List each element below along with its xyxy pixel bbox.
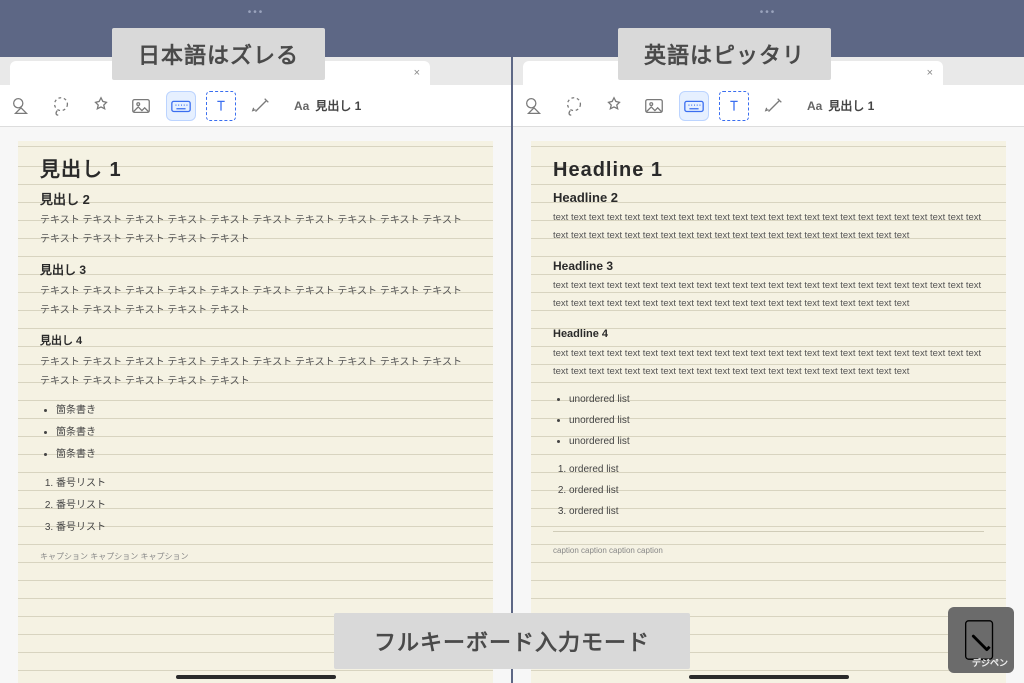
sticker-icon[interactable] [599,91,629,121]
list-item: unordered list [569,433,984,451]
keyboard-icon[interactable] [679,91,709,121]
heading-3: 見出し 3 [40,261,471,280]
list-item: 箇条書き [56,445,471,464]
caption-text: caption caption caption caption [553,542,984,560]
list-item: 箇条書き [56,401,471,420]
body-text: テキスト テキスト テキスト テキスト テキスト テキスト テキスト テキスト … [40,353,471,391]
shapes-icon[interactable] [6,91,36,121]
list-item: 箇条書き [56,423,471,442]
left-pane: × Aa 見出し 1 見出し 1 見出し 2 テキスト テキスト テキスト テキ… [0,57,511,683]
watermark-text: デジペン [972,656,1008,669]
home-indicator[interactable] [176,675,336,679]
annotation-label-right: 英語はピッタリ [618,28,831,80]
sticker-icon[interactable] [86,91,116,121]
body-text: テキスト テキスト テキスト テキスト テキスト テキスト テキスト テキスト … [40,282,471,320]
caption-text: キャプション キャプション キャプション [40,547,471,566]
image-icon[interactable] [639,91,669,121]
close-icon[interactable]: × [927,67,933,79]
divider [553,531,984,532]
laser-icon[interactable] [759,91,789,121]
heading-4: 見出し 4 [40,332,471,351]
list-item: ordered list [569,503,984,521]
canvas: Headline 1 Headline 2 text text text tex… [513,127,1024,683]
shapes-icon[interactable] [519,91,549,121]
list-item: unordered list [569,391,984,409]
document-page[interactable]: Headline 1 Headline 2 text text text tex… [531,141,1006,683]
heading-2: Headline 2 [553,189,984,207]
body-text: text text text text text text text text … [553,209,984,245]
watermark-logo: デジペン [948,607,1014,673]
ordered-list: ordered list ordered list ordered list [569,461,984,521]
text-style-prefix: Aa [294,99,309,113]
heading-1: 見出し 1 [40,161,471,180]
unordered-list: unordered list unordered list unordered … [569,391,984,451]
text-style-label: 見出し 1 [315,97,361,114]
text-style-label: 見出し 1 [828,97,874,114]
textbox-icon[interactable] [206,91,236,121]
list-item: ordered list [569,482,984,500]
heading-1: Headline 1 [553,161,984,179]
textbox-icon[interactable] [719,91,749,121]
heading-2: 見出し 2 [40,190,471,209]
text-style-selector[interactable]: Aa 見出し 1 [799,97,874,114]
list-item: ordered list [569,461,984,479]
list-item: 番号リスト [56,518,471,537]
lasso-icon[interactable] [559,91,589,121]
keyboard-icon[interactable] [166,91,196,121]
list-item: 番号リスト [56,474,471,493]
home-indicator[interactable] [689,675,849,679]
ordered-list: 番号リスト 番号リスト 番号リスト [56,474,471,537]
toolbar: Aa 見出し 1 [513,85,1024,127]
list-item: unordered list [569,412,984,430]
body-text: text text text text text text text text … [553,345,984,381]
body-text: テキスト テキスト テキスト テキスト テキスト テキスト テキスト テキスト … [40,211,471,249]
body-text: text text text text text text text text … [553,277,984,313]
window-titlebar: ••• ••• [0,0,1024,24]
close-icon[interactable]: × [414,67,420,79]
drag-handle-icon[interactable]: ••• [248,7,265,18]
list-item: 番号リスト [56,496,471,515]
text-style-prefix: Aa [807,99,822,113]
heading-4: Headline 4 [553,325,984,343]
annotation-label-bottom: フルキーボード入力モード [334,613,690,669]
image-icon[interactable] [126,91,156,121]
heading-3: Headline 3 [553,257,984,275]
text-style-selector[interactable]: Aa 見出し 1 [286,97,361,114]
canvas: 見出し 1 見出し 2 テキスト テキスト テキスト テキスト テキスト テキス… [0,127,511,683]
annotation-label-left: 日本語はズレる [112,28,325,80]
unordered-list: 箇条書き 箇条書き 箇条書き [56,401,471,464]
document-page[interactable]: 見出し 1 見出し 2 テキスト テキスト テキスト テキスト テキスト テキス… [18,141,493,683]
laser-icon[interactable] [246,91,276,121]
lasso-icon[interactable] [46,91,76,121]
drag-handle-icon[interactable]: ••• [760,7,777,18]
toolbar: Aa 見出し 1 [0,85,511,127]
right-pane: × Aa 見出し 1 Headline 1 Headline 2 text te… [511,57,1024,683]
